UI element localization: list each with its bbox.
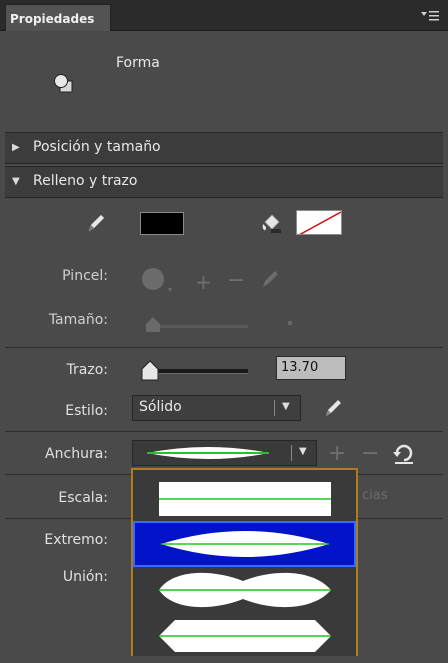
stroke-color-swatch[interactable] xyxy=(140,212,184,235)
chevron-down-icon: ▼ xyxy=(299,446,307,457)
object-type-label: Forma xyxy=(116,55,160,71)
chevron-down-icon: ▼ xyxy=(282,401,290,412)
width-profile-option-3[interactable] xyxy=(133,613,356,659)
brush-library-icon[interactable] xyxy=(140,266,174,298)
width-label: Anchura: xyxy=(45,446,108,462)
collapse-triangle-icon[interactable]: ▼ xyxy=(12,176,20,187)
cap-label: Extremo: xyxy=(44,532,108,548)
section-position-size-label: Posición y tamaño xyxy=(33,139,161,155)
style-edit-pencil-icon[interactable] xyxy=(322,397,344,423)
stroke-size-input[interactable]: 13.70 xyxy=(276,356,346,380)
divider xyxy=(5,431,443,432)
width-add-plus-icon[interactable]: + xyxy=(328,441,346,466)
section-fill-stroke-label: Relleno y trazo xyxy=(33,173,138,189)
stroke-style-value: Sólido xyxy=(139,399,182,415)
minus-icon[interactable]: − xyxy=(227,268,245,293)
width-profile-option-2[interactable] xyxy=(133,567,356,613)
divider xyxy=(5,347,443,348)
join-label: Unión: xyxy=(62,569,108,585)
style-label: Estilo: xyxy=(65,403,108,419)
brush-edit-pencil-icon[interactable] xyxy=(259,268,281,294)
fill-color-swatch[interactable] xyxy=(296,210,342,235)
pencil-icon xyxy=(85,212,107,238)
width-profile-option-uniform[interactable] xyxy=(133,476,356,522)
width-profile-dropdown xyxy=(131,468,358,656)
width-profile-option-1[interactable] xyxy=(133,521,356,567)
brush-label: Pincel: xyxy=(62,268,108,284)
shape-icon xyxy=(52,72,74,94)
stroke-label: Trazo: xyxy=(66,362,108,378)
expand-triangle-icon[interactable]: ▶ xyxy=(12,142,20,153)
plus-icon[interactable]: + xyxy=(195,270,212,294)
size-slider[interactable] xyxy=(140,312,310,340)
select-separator xyxy=(291,445,292,461)
paint-bucket-icon xyxy=(260,211,284,239)
reset-icon[interactable] xyxy=(392,443,416,469)
scale-label: Escala: xyxy=(58,490,108,506)
select-separator xyxy=(274,400,275,416)
scale-value-partial: cias xyxy=(362,488,388,503)
panel-menu-icon[interactable] xyxy=(420,9,440,23)
stroke-size-slider[interactable] xyxy=(136,356,256,388)
width-remove-minus-icon[interactable]: − xyxy=(361,441,379,466)
size-label: Tamaño: xyxy=(48,312,108,328)
panel-title: Propiedades xyxy=(10,12,95,26)
width-profile-select[interactable]: ▼ xyxy=(132,440,317,466)
stroke-style-select[interactable]: Sólido ▼ xyxy=(132,395,301,421)
width-profile-preview xyxy=(147,447,269,459)
